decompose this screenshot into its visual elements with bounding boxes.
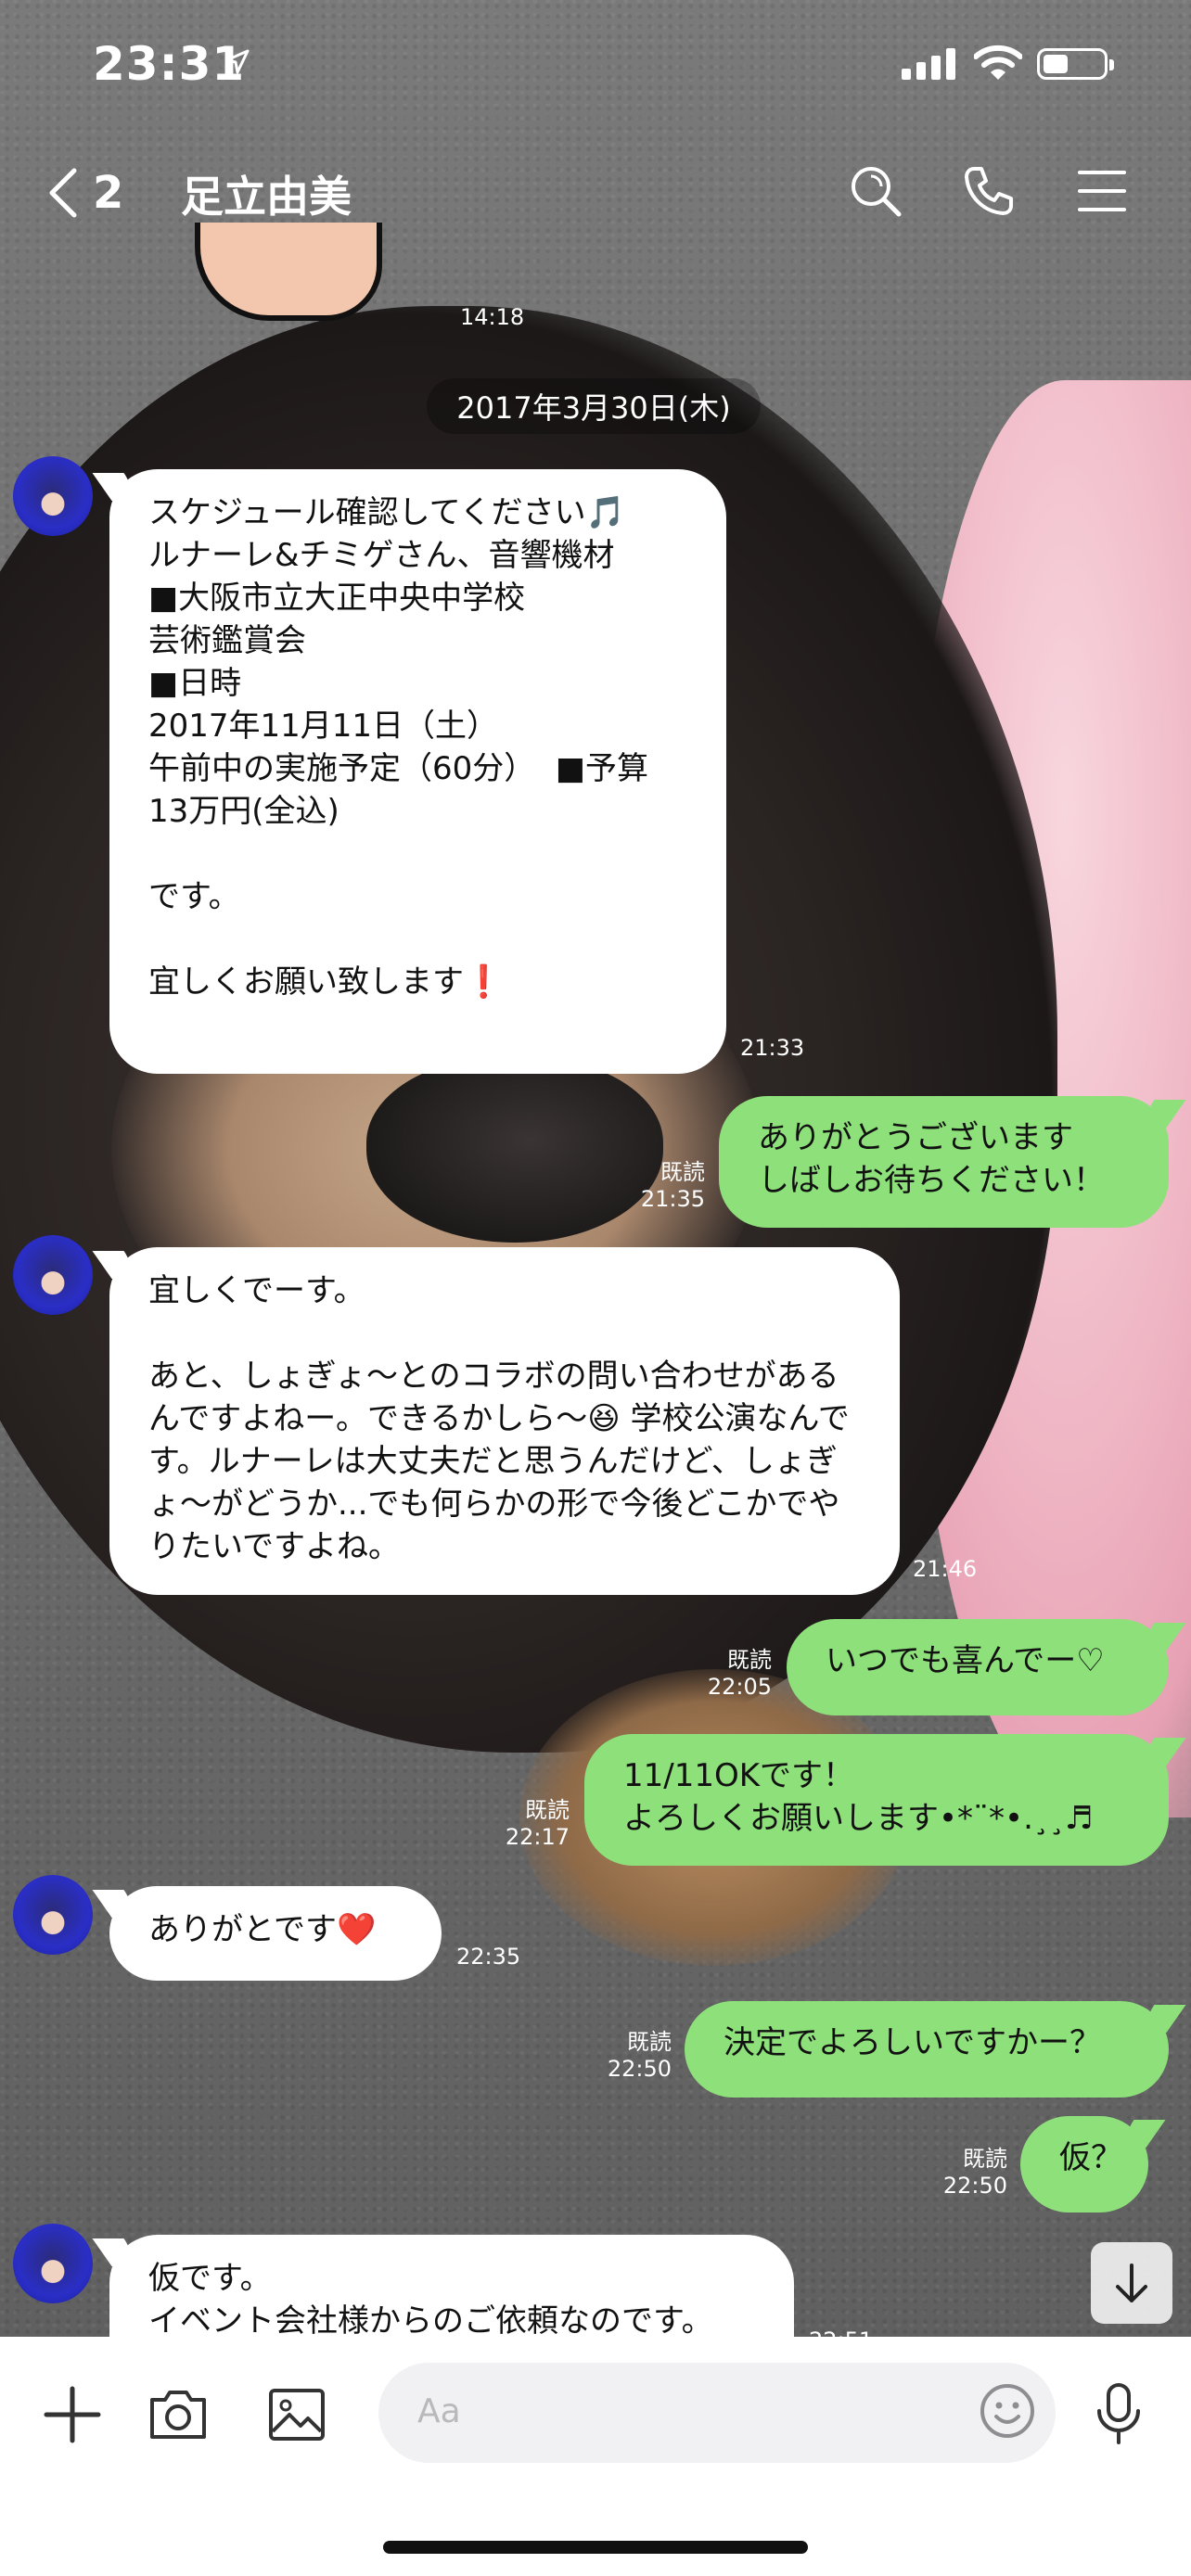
battery-icon xyxy=(1037,48,1114,80)
menu-icon xyxy=(1078,171,1126,211)
search-icon xyxy=(852,167,902,217)
wifi-icon xyxy=(974,45,1022,80)
plus-button[interactable] xyxy=(35,2378,109,2452)
voice-button[interactable] xyxy=(1082,2378,1156,2452)
camera-icon xyxy=(150,2391,206,2439)
read-receipt: 既読 22:17 xyxy=(505,1797,570,1850)
read-receipt: 既読 21:35 xyxy=(640,1159,705,1212)
avatar[interactable] xyxy=(13,1875,93,1955)
image-button[interactable] xyxy=(260,2378,334,2452)
signal-icon xyxy=(902,48,955,80)
chat-header: 2 足立由美 xyxy=(0,139,1191,250)
message-list[interactable]: 14:18 2017年3月30日(木) スケジュール確認してください🎵 ルナーレ… xyxy=(0,250,1191,2337)
location-arrow-icon xyxy=(224,49,250,74)
avatar[interactable] xyxy=(13,2224,93,2303)
date-divider: 2017年3月30日(木) xyxy=(427,378,761,434)
search-button[interactable] xyxy=(842,158,909,224)
input-placeholder: Aa xyxy=(417,2392,461,2430)
phone-icon xyxy=(965,167,1013,215)
incoming-message-bubble[interactable]: 仮です。 イベント会社様からのご依頼なのです。 xyxy=(109,2235,794,2337)
scroll-down-icon xyxy=(1116,2264,1147,2302)
outgoing-message-bubble[interactable]: ありがとうございます しばしお待ちください！ xyxy=(719,1096,1169,1228)
unread-count: 2 xyxy=(93,167,124,219)
home-indicator[interactable] xyxy=(383,2541,808,2554)
incoming-message-bubble[interactable]: 宜しくでーす。 あと、しょぎょ〜とのコラボの問い合わせがあるんですよねー。できる… xyxy=(109,1247,900,1595)
back-chevron-icon xyxy=(49,168,77,218)
contact-name: 足立由美 xyxy=(181,172,352,222)
line-chat-screen: 23:31 2 足立由美 14:18 2017年3月30日(木) スケジュール確… xyxy=(0,0,1191,2576)
read-receipt: 既読 22:50 xyxy=(607,2029,672,2082)
incoming-message-bubble[interactable]: ありがとです❤️ xyxy=(109,1886,442,1981)
message-time: 14:18 xyxy=(460,304,525,330)
message-input[interactable]: Aa xyxy=(378,2363,1056,2463)
message-time: 22:35 xyxy=(456,1944,521,1970)
emoji-icon[interactable] xyxy=(978,2381,1037,2441)
outgoing-message-bubble[interactable]: いつでも喜んでー♡ xyxy=(787,1619,1169,1715)
avatar[interactable] xyxy=(13,1235,93,1315)
avatar[interactable] xyxy=(13,456,93,536)
menu-button[interactable] xyxy=(1069,158,1135,224)
read-receipt: 既読 22:05 xyxy=(707,1647,772,1700)
message-time: 21:46 xyxy=(913,1556,978,1582)
incoming-message-bubble[interactable]: スケジュール確認してください🎵 ルナーレ&チミゲさん、音響機材 ■大阪市立大正中… xyxy=(109,469,726,1074)
message-time: 22:51 xyxy=(809,2327,873,2337)
call-button[interactable] xyxy=(955,158,1022,224)
plus-icon xyxy=(44,2386,101,2443)
read-receipt: 既読 22:50 xyxy=(942,2146,1007,2199)
back-button[interactable]: 2 xyxy=(46,167,123,219)
outgoing-message-bubble[interactable]: 11/11OKです！ よろしくお願いします•*¨*•.¸¸♬ xyxy=(584,1734,1169,1866)
outgoing-message-bubble[interactable]: 決定でよろしいですかー？ xyxy=(685,2001,1169,2098)
outgoing-message-bubble[interactable]: 仮？ xyxy=(1020,2116,1148,2213)
status-bar: 23:31 xyxy=(0,0,1191,139)
scroll-to-bottom-button[interactable] xyxy=(1091,2242,1172,2324)
message-time: 21:33 xyxy=(740,1035,805,1061)
microphone-icon xyxy=(1097,2383,1140,2444)
camera-button[interactable] xyxy=(141,2378,215,2452)
image-icon xyxy=(269,2389,325,2441)
